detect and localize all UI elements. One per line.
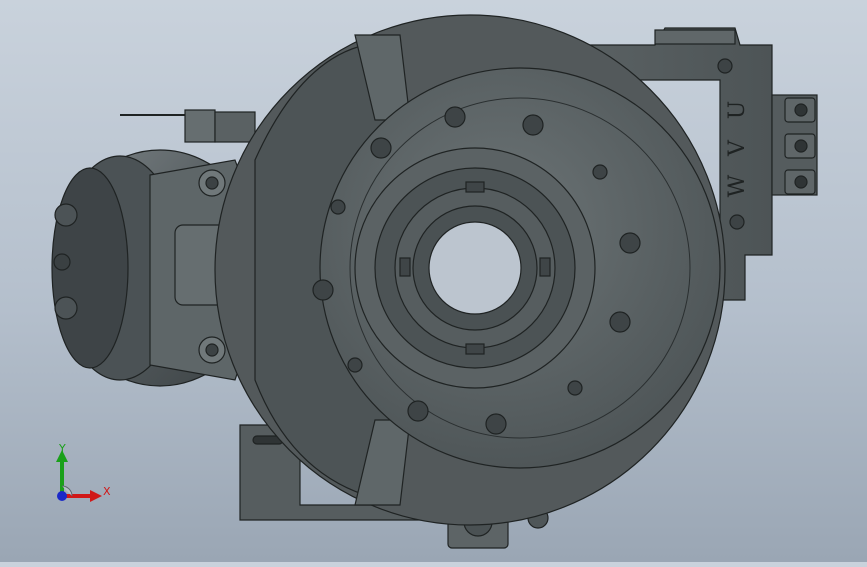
- triad-graphic: [56, 450, 102, 502]
- terminal-label-v: V: [725, 139, 750, 157]
- axis-triad: Y X: [40, 438, 120, 518]
- terminal-label-u: U: [725, 101, 750, 120]
- wheel-hub: [354, 147, 596, 389]
- origin-icon: [57, 491, 67, 501]
- x-axis-label: X: [103, 485, 111, 498]
- terminal-label-w: W: [725, 174, 750, 197]
- cad-model[interactable]: U V W: [0, 0, 867, 562]
- terminal-labels: U V W: [725, 101, 750, 198]
- sensor-cable: [120, 109, 256, 143]
- graphics-viewport[interactable]: U V W Y X: [0, 0, 867, 562]
- y-axis-label: Y: [59, 442, 66, 455]
